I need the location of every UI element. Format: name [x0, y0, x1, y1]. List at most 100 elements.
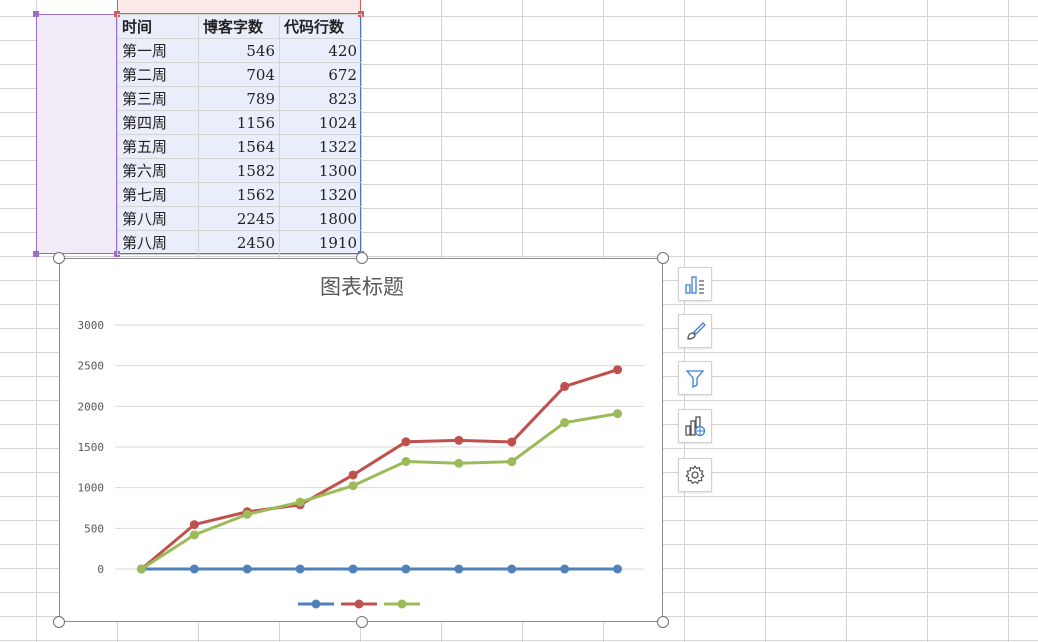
chart-resize-handle[interactable]: [53, 252, 65, 264]
series-3-point: [136, 564, 146, 574]
cell-week[interactable]: 第六周: [117, 158, 199, 183]
series-3-point: [295, 497, 305, 507]
range-resize-handle[interactable]: [33, 251, 39, 257]
series-3-point: [348, 481, 358, 491]
cell-week[interactable]: 第一周: [117, 38, 199, 63]
table-row: 第七周 1562 1320: [117, 182, 362, 207]
header-cell-blog-words[interactable]: 博客字数: [198, 14, 280, 39]
series-2-point: [560, 381, 570, 391]
table-row: 第五周 1564 1322: [117, 134, 362, 159]
table-row: 第一周 546 420: [117, 38, 362, 63]
y-tick-label: 1500: [78, 441, 105, 454]
table-row: 第八周 2245 1800: [117, 206, 362, 231]
header-cell-code-lines[interactable]: 代码行数: [279, 14, 362, 39]
series-3-point: [454, 458, 464, 468]
series-2-point: [454, 435, 464, 445]
cell-week[interactable]: 第八周: [117, 206, 199, 231]
table-row: 第三周 789 823: [117, 86, 362, 111]
legend-swatch-marker-2: [354, 599, 364, 609]
legend-swatch-marker-1: [311, 599, 321, 609]
series-line-2: [140, 368, 619, 571]
cell-blog-words[interactable]: 1562: [198, 182, 280, 207]
series-3-point: [507, 457, 517, 467]
series-3-point: [401, 456, 411, 466]
table-row: 第八周 2450 1910: [117, 230, 362, 255]
table-row: 第四周 1156 1024: [117, 110, 362, 135]
chart-settings-icon: [685, 465, 705, 484]
series-1-point: [348, 564, 358, 574]
cell-blog-words[interactable]: 1156: [198, 110, 280, 135]
series-1-point: [401, 564, 411, 574]
cell-code-lines[interactable]: 1320: [279, 182, 362, 207]
cell-week[interactable]: 第七周: [117, 182, 199, 207]
cell-code-lines[interactable]: 1300: [279, 158, 362, 183]
cell-code-lines[interactable]: 1800: [279, 206, 362, 231]
selected-range-column-a[interactable]: [36, 14, 117, 254]
chart-settings-button[interactable]: [678, 458, 712, 492]
selected-range-header-row[interactable]: [117, 0, 361, 14]
series-3-point: [189, 530, 199, 540]
series-2-point: [401, 437, 411, 447]
cell-week[interactable]: 第三周: [117, 86, 199, 111]
series-1-point: [613, 564, 623, 574]
cell-blog-words[interactable]: 1582: [198, 158, 280, 183]
cell-blog-words[interactable]: 789: [198, 86, 280, 111]
cell-code-lines[interactable]: 1024: [279, 110, 362, 135]
chart-resize-handle[interactable]: [53, 616, 65, 628]
chart-resize-handle[interactable]: [657, 616, 669, 628]
y-tick-label: 2500: [78, 360, 105, 373]
series-2-point: [189, 520, 199, 530]
chart-elements-button[interactable]: [678, 267, 712, 301]
cell-code-lines[interactable]: 672: [279, 62, 362, 87]
series-1-point: [189, 564, 199, 574]
series-2-point: [348, 470, 358, 480]
cell-week[interactable]: 第五周: [117, 134, 199, 159]
cell-blog-words[interactable]: 2450: [198, 230, 280, 255]
chart-type-icon: [685, 416, 706, 437]
series-1-point: [507, 564, 517, 574]
cell-week[interactable]: 第二周: [117, 62, 199, 87]
cell-blog-words[interactable]: 1564: [198, 134, 280, 159]
series-3-point: [560, 418, 570, 428]
chart-type-button[interactable]: [678, 409, 712, 443]
cell-blog-words[interactable]: 2245: [198, 206, 280, 231]
cell-code-lines[interactable]: 1322: [279, 134, 362, 159]
y-tick-label: 3000: [78, 319, 105, 332]
cell-code-lines[interactable]: 1910: [279, 230, 362, 255]
cell-code-lines[interactable]: 823: [279, 86, 362, 111]
chart-resize-handle[interactable]: [356, 616, 368, 628]
chart-filter-button[interactable]: [678, 361, 712, 395]
series-1-point: [242, 564, 252, 574]
series-2-point: [613, 365, 623, 375]
series-1-point: [454, 564, 464, 574]
line-chart[interactable]: 图表标题 3000 2500 2000 1500 1000 500 0: [59, 258, 663, 622]
header-cell-time[interactable]: 时间: [117, 14, 199, 39]
series-3-point: [613, 409, 623, 419]
chart-filter-icon: [685, 370, 705, 389]
y-tick-label: 2000: [78, 400, 105, 413]
cell-blog-words[interactable]: 704: [198, 62, 280, 87]
y-tick-label: 500: [84, 522, 104, 535]
cell-week[interactable]: 第八周: [117, 230, 199, 255]
series-3-point: [242, 509, 252, 519]
series-1-point: [295, 564, 305, 574]
chart-resize-handle[interactable]: [657, 252, 669, 264]
table-row: 第二周 704 672: [117, 62, 362, 87]
y-tick-label: 1000: [78, 482, 105, 495]
table-row: 第六周 1582 1300: [117, 158, 362, 183]
chart-plot-area: 3000 2500 2000 1500 1000 500 0: [78, 319, 644, 609]
legend-swatch-marker-3: [397, 599, 407, 609]
series-1-point: [560, 564, 570, 574]
table-header-row: 时间 博客字数 代码行数: [117, 14, 362, 39]
chart-style-icon: [687, 322, 706, 340]
chart-resize-handle[interactable]: [356, 252, 368, 264]
cell-code-lines[interactable]: 420: [279, 38, 362, 63]
range-resize-handle[interactable]: [33, 11, 39, 17]
cell-blog-words[interactable]: 546: [198, 38, 280, 63]
y-tick-label: 0: [97, 563, 104, 576]
chart-elements-icon: [685, 276, 704, 294]
chart-style-button[interactable]: [678, 314, 712, 348]
cell-week[interactable]: 第四周: [117, 110, 199, 135]
series-line-3: [140, 412, 618, 571]
series-2-point: [507, 437, 517, 447]
